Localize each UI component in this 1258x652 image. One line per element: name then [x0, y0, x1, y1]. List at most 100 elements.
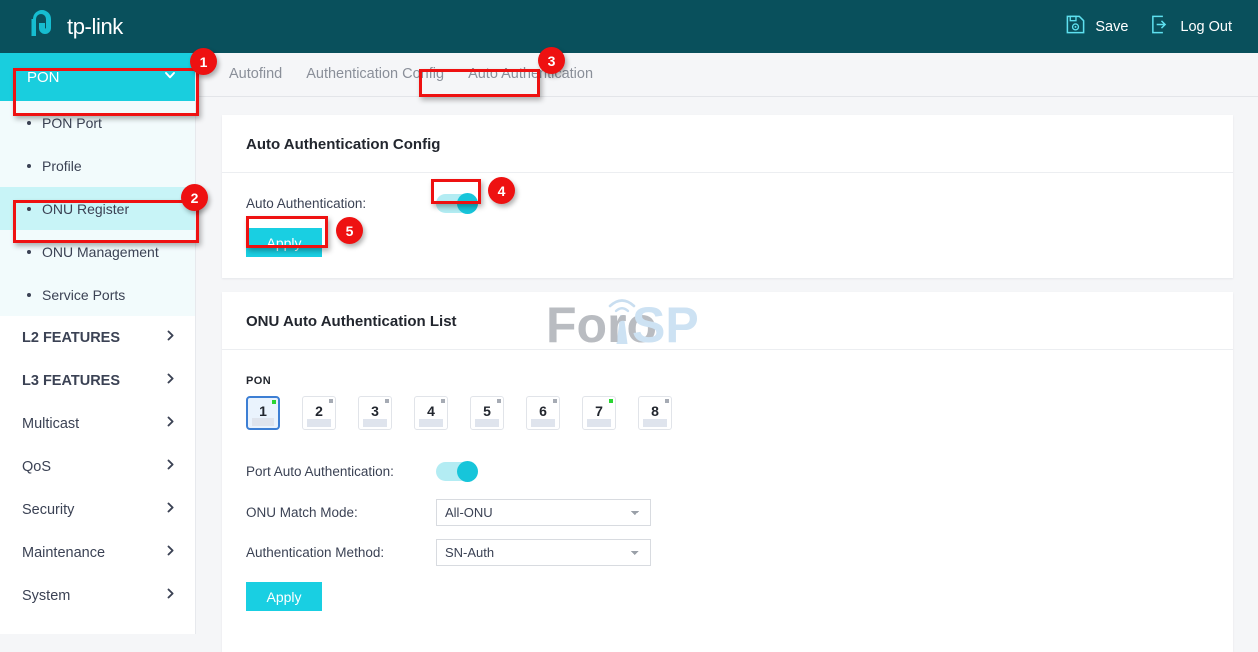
bullet-icon [27, 249, 31, 254]
sidebar-item-qos[interactable]: QoS [0, 445, 195, 488]
status-dot-icon [609, 399, 613, 403]
logout-label: Log Out [1180, 18, 1232, 35]
sidebar-item-service-ports[interactable]: Service Ports [0, 273, 195, 316]
sidebar-section-pon[interactable]: PON [0, 53, 195, 101]
pon-port-5[interactable]: 5 [470, 396, 504, 430]
save-label: Save [1095, 18, 1129, 35]
pon-port-3[interactable]: 3 [358, 396, 392, 430]
divider [222, 349, 1233, 350]
chevron-right-icon [164, 415, 177, 432]
auto-authentication-config-panel: Auto Authentication Config Auto Authenti… [222, 115, 1233, 278]
sidebar-item-label: QoS [22, 458, 52, 475]
tab-bar: Autofind Authentication Config Auto Auth… [196, 53, 1258, 97]
status-dot-icon [329, 399, 333, 403]
pon-port-8[interactable]: 8 [638, 396, 672, 430]
divider [222, 172, 1233, 173]
authentication-method-select[interactable]: SN-Auth [436, 539, 651, 566]
save-disk-gear-icon [1065, 14, 1086, 39]
port-auto-authentication-label: Port Auto Authentication: [246, 464, 394, 479]
sidebar-item-label: Service Ports [42, 286, 126, 303]
bullet-icon [27, 120, 31, 125]
port-number: 7 [595, 403, 603, 419]
save-button[interactable]: Save [1065, 14, 1128, 39]
apply-button[interactable]: Apply [246, 228, 322, 257]
sidebar-submenu: PON Port Profile ONU Register ONU Manage… [0, 101, 195, 316]
port-number: 1 [259, 403, 267, 419]
panel-title: ONU Auto Authentication List [246, 313, 457, 330]
onu-match-mode-select[interactable]: All-ONU [436, 499, 651, 526]
onu-match-mode-label: ONU Match Mode: [246, 505, 358, 520]
pon-port-4[interactable]: 4 [414, 396, 448, 430]
apply-row: Apply [222, 582, 1233, 611]
bullet-icon [27, 292, 31, 297]
sidebar-item-label: L3 FEATURES [22, 372, 121, 389]
sidebar-item-label: L2 FEATURES [22, 329, 121, 346]
authentication-method-row: Authentication Method: SN-Auth [222, 539, 1233, 566]
pon-group-label: PON [246, 375, 272, 387]
chevron-down-icon [163, 68, 177, 86]
tab-auto-authentication[interactable]: Auto Authentication [456, 53, 605, 96]
sidebar-item-l3-features[interactable]: L3 FEATURES [0, 359, 195, 402]
port-auto-authentication-toggle[interactable] [436, 461, 478, 482]
sidebar-item-maintenance[interactable]: Maintenance [0, 531, 195, 574]
toggle-knob [457, 461, 478, 482]
status-dot-icon [497, 399, 501, 403]
sidebar-item-label: Security [22, 501, 75, 518]
tab-authentication-config[interactable]: Authentication Config [294, 53, 456, 96]
pon-port-selector: 1 2 3 4 5 6 7 8 [222, 396, 1233, 430]
bullet-icon [27, 206, 31, 211]
sidebar-section-pon-label: PON [27, 68, 60, 86]
port-bar [419, 419, 443, 427]
sidebar-item-multicast[interactable]: Multicast [0, 402, 195, 445]
header-actions: Save Log Out [1065, 14, 1232, 39]
toggle-knob [457, 193, 478, 214]
port-bar [252, 418, 274, 426]
sidebar-item-onu-register[interactable]: ONU Register [0, 187, 195, 230]
port-bar [531, 419, 555, 427]
sidebar-item-profile[interactable]: Profile [0, 144, 195, 187]
pon-port-1[interactable]: 1 [246, 396, 280, 430]
onu-auto-authentication-list-panel: ONU Auto Authentication List PON 1 2 3 4 [222, 292, 1233, 652]
chevron-right-icon [164, 587, 177, 604]
sidebar-item-label: System [22, 587, 71, 604]
port-bar [363, 419, 387, 427]
apply-button[interactable]: Apply [246, 582, 322, 611]
sidebar-item-label: Multicast [22, 415, 80, 432]
tab-autofind[interactable]: Autofind [217, 53, 294, 96]
port-auto-authentication-row: Port Auto Authentication: [222, 461, 1233, 482]
sidebar-item-system[interactable]: System [0, 574, 195, 617]
port-number: 4 [427, 403, 435, 419]
port-number: 8 [651, 403, 659, 419]
main-content: Autofind Authentication Config Auto Auth… [196, 53, 1258, 652]
pon-port-2[interactable]: 2 [302, 396, 336, 430]
sidebar-item-label: ONU Register [42, 200, 130, 217]
auto-authentication-label: Auto Authentication: [246, 196, 367, 211]
logout-arrow-icon [1150, 14, 1171, 39]
brand-name: tp-link [67, 13, 123, 39]
sidebar-item-pon-port[interactable]: PON Port [0, 101, 195, 144]
port-bar [643, 419, 667, 427]
status-dot-icon [272, 400, 276, 404]
port-number: 6 [539, 403, 547, 419]
onu-match-mode-row: ONU Match Mode: All-ONU [222, 499, 1233, 526]
sidebar-item-label: Profile [42, 157, 82, 174]
sidebar-item-label: ONU Management [42, 243, 159, 260]
sidebar-item-onu-management[interactable]: ONU Management [0, 230, 195, 273]
app-header: tp-link Save Log Out [0, 0, 1258, 53]
sidebar-item-security[interactable]: Security [0, 488, 195, 531]
status-dot-icon [441, 399, 445, 403]
panel-title: Auto Authentication Config [246, 136, 441, 153]
sidebar-item-label: PON Port [42, 114, 102, 131]
sidebar-item-label: Maintenance [22, 544, 106, 561]
bullet-icon [27, 163, 31, 168]
logout-button[interactable]: Log Out [1150, 14, 1232, 39]
port-bar [587, 419, 611, 427]
status-dot-icon [385, 399, 389, 403]
status-dot-icon [553, 399, 557, 403]
auto-authentication-toggle[interactable] [436, 193, 478, 214]
pon-port-7[interactable]: 7 [582, 396, 616, 430]
authentication-method-label: Authentication Method: [246, 545, 385, 560]
tp-link-logo-icon [30, 10, 60, 43]
pon-port-6[interactable]: 6 [526, 396, 560, 430]
sidebar-item-l2-features[interactable]: L2 FEATURES [0, 316, 195, 359]
